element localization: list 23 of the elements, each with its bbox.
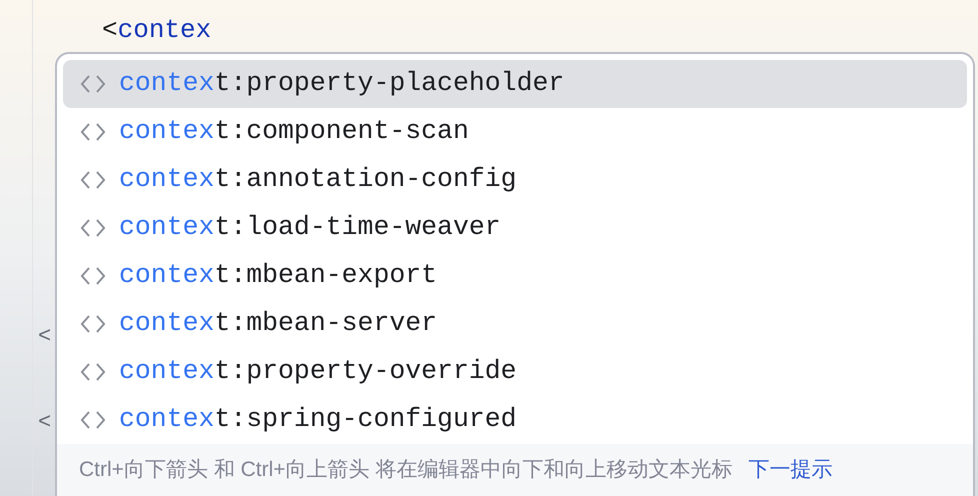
tag-icon [79,313,107,335]
completion-item[interactable]: context:property-placeholder [63,60,967,108]
tag-icon [79,73,107,95]
hint-text: Ctrl+向下箭头 和 Ctrl+向上箭头 将在编辑器中向下和向上移动文本光标 [79,457,732,484]
next-tip-link[interactable]: 下一提示 [748,454,832,486]
completion-text: context:property-override [119,355,517,388]
completion-text: context:property-placeholder [119,67,564,100]
code-text: < [38,409,52,437]
completion-text: context:load-time-weaver [119,211,501,244]
completion-text: context:spring-configured [119,403,517,436]
completion-text: context:component-scan [119,115,469,148]
tag-icon [79,265,107,287]
completion-text: context:mbean-export [119,259,438,292]
tag-icon [79,169,107,191]
completion-text: context:annotation-config [119,163,517,196]
tag-icon [79,361,107,383]
code-text: contex [118,15,212,45]
completion-text: context:mbean-server [119,307,438,340]
tag-icon [79,409,107,431]
code-text: < [38,323,52,351]
code-text: < [102,15,118,45]
tag-icon [79,217,107,239]
tag-icon [79,121,107,143]
